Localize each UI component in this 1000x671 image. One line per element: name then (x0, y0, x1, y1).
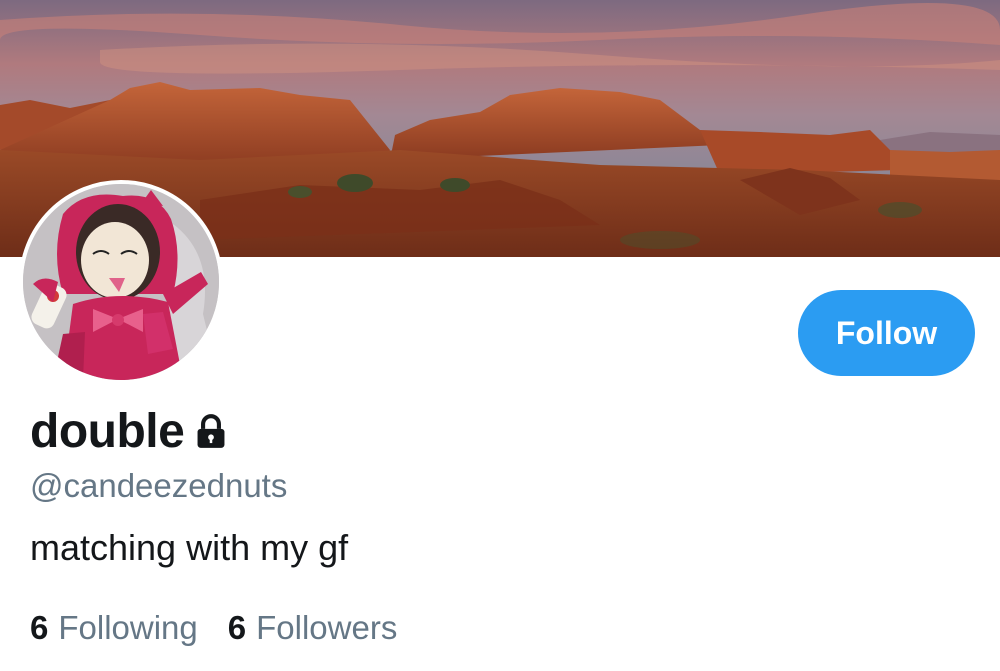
lock-icon (192, 413, 230, 456)
profile-stats: 6 Following 6 Followers (30, 609, 397, 647)
followers-link[interactable]: 6 Followers (228, 609, 398, 647)
profile-avatar[interactable] (19, 180, 223, 384)
name-row: double (30, 404, 230, 459)
user-bio: matching with my gf (30, 527, 349, 568)
following-count: 6 (30, 609, 49, 646)
following-link[interactable]: 6 Following (30, 609, 198, 647)
avatar-image (23, 184, 219, 380)
user-handle: @candeezednuts (30, 467, 288, 504)
following-label: Following (58, 609, 198, 646)
followers-count: 6 (227, 609, 247, 646)
follow-button[interactable]: Follow (798, 290, 975, 376)
display-name: double (30, 405, 185, 458)
followers-label: Followers (256, 609, 398, 646)
